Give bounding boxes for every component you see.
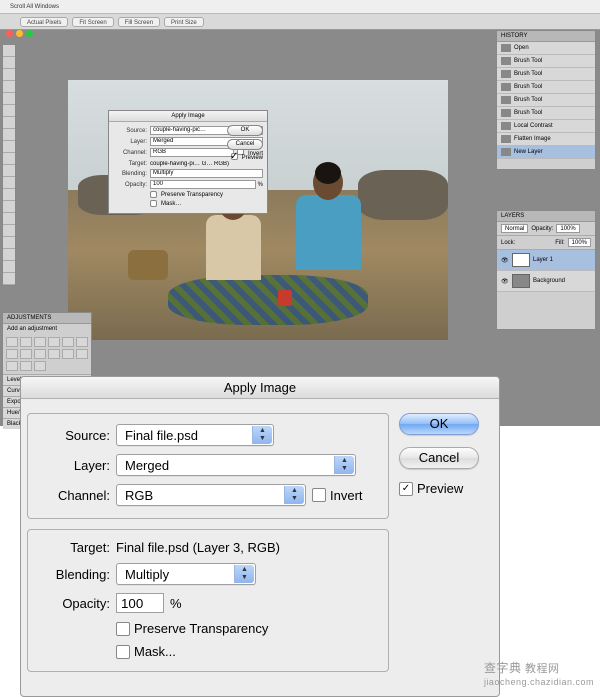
percent-label: % (170, 596, 182, 611)
target-value: Final file.psd (Layer 3, RGB) (116, 540, 280, 555)
layer-row[interactable]: 👁 Background (497, 271, 595, 292)
mac-menubar: Scroll All Windows (0, 0, 600, 14)
preview-checkbox[interactable]: Preview (399, 481, 485, 496)
tool-palette[interactable] (2, 44, 16, 286)
photoshop-workspace: Scroll All Windows Actual Pixels Fit Scr… (0, 0, 600, 426)
layer-select[interactable]: Merged (116, 454, 356, 476)
fill-screen-button[interactable]: Fill Screen (118, 17, 160, 27)
history-panel-title: HISTORY (497, 31, 595, 42)
layer-row[interactable]: 👁 Layer 1 (497, 250, 595, 271)
target-group: Target: Final file.psd (Layer 3, RGB) Bl… (27, 529, 389, 672)
options-bar: Actual Pixels Fit Screen Fill Screen Pri… (0, 14, 600, 30)
dropdown-arrows-icon (334, 456, 354, 474)
visibility-icon[interactable]: 👁 (501, 278, 509, 285)
minimize-window-icon[interactable] (16, 30, 23, 37)
mask-checkbox[interactable]: Mask... (116, 644, 176, 659)
layers-panel[interactable]: LAYERS Normal Opacity:100% Lock: Fill:10… (496, 210, 596, 330)
small-cancel-button[interactable]: Cancel (227, 139, 263, 150)
small-preview-check[interactable]: Preview (231, 153, 263, 161)
window-buttons (6, 30, 33, 37)
dropdown-arrows-icon (234, 565, 254, 583)
actual-pixels-button[interactable]: Actual Pixels (20, 17, 68, 27)
opacity-label: Opacity: (38, 596, 110, 611)
channel-label: Channel: (38, 488, 110, 503)
dropdown-arrows-icon (284, 486, 304, 504)
blending-select[interactable]: Multiply (116, 563, 256, 585)
channel-select[interactable]: RGB (116, 484, 306, 506)
apply-image-dialog: Apply Image Source: Final file.psd Layer… (20, 376, 500, 697)
watermark: 查字典 教程网 jiaocheng.chazidian.com (484, 659, 594, 688)
adjustments-panel-title: ADJUSTMENTS (3, 313, 91, 324)
fit-screen-button[interactable]: Fit Screen (72, 17, 113, 27)
ok-button[interactable]: OK (399, 413, 479, 435)
zoom-window-icon[interactable] (26, 30, 33, 37)
preserve-transparency-checkbox[interactable]: Preserve Transparency (116, 621, 268, 636)
layers-panel-title: LAYERS (497, 211, 595, 222)
invert-checkbox[interactable]: Invert (312, 488, 363, 503)
source-label: Source: (38, 428, 110, 443)
opacity-input[interactable] (116, 593, 164, 613)
blend-mode-select[interactable]: Normal (501, 224, 528, 233)
dropdown-arrows-icon (252, 426, 272, 444)
small-dialog-title: Apply Image (109, 111, 267, 122)
source-select[interactable]: Final file.psd (116, 424, 274, 446)
target-label: Target: (38, 540, 110, 555)
blending-label: Blending: (38, 567, 110, 582)
dialog-title: Apply Image (21, 377, 499, 399)
apply-image-small-dialog: Apply Image OK Cancel Preview Source:cou… (108, 110, 268, 214)
source-group: Source: Final file.psd Layer: Merged Cha… (27, 413, 389, 519)
history-panel[interactable]: HISTORY Open Brush Tool Brush Tool Brush… (496, 30, 596, 170)
layer-label: Layer: (38, 458, 110, 473)
cancel-button[interactable]: Cancel (399, 447, 479, 469)
print-size-button[interactable]: Print Size (164, 17, 204, 27)
small-ok-button[interactable]: OK (227, 125, 263, 136)
window-title: Scroll All Windows (10, 4, 59, 10)
close-window-icon[interactable] (6, 30, 13, 37)
visibility-icon[interactable]: 👁 (501, 257, 509, 264)
